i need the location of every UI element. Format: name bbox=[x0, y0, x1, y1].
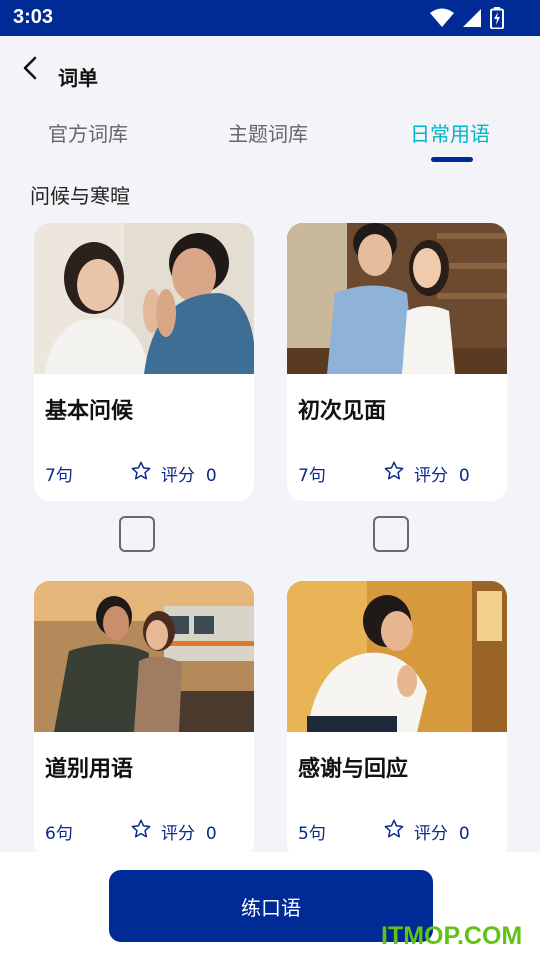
status-time: 3:03 bbox=[13, 6, 54, 28]
rating-text: 评分 0 bbox=[414, 824, 470, 844]
rating-text: 评分 0 bbox=[414, 466, 470, 486]
star-icon[interactable] bbox=[383, 818, 405, 840]
card-title: 道别用语 bbox=[45, 757, 134, 782]
card-image bbox=[34, 223, 254, 374]
phrase-card-first-meeting[interactable]: 初次见面 7句 评分 0 bbox=[287, 223, 507, 501]
card-title: 基本问候 bbox=[45, 399, 134, 424]
star-icon[interactable] bbox=[383, 460, 405, 482]
status-icons bbox=[430, 7, 504, 29]
rating-text: 评分 0 bbox=[161, 466, 217, 486]
tab-indicator bbox=[431, 157, 473, 162]
phrase-card-thanks[interactable]: 感谢与回应 5句 评分 0 bbox=[287, 581, 507, 859]
select-checkbox[interactable] bbox=[373, 516, 409, 552]
phrase-card-greetings[interactable]: 基本问候 7句 评分 0 bbox=[34, 223, 254, 501]
section-title: 问候与寒暄 bbox=[30, 184, 130, 208]
phrase-count: 5句 bbox=[298, 824, 326, 844]
card-image bbox=[287, 223, 507, 374]
app-header: 词单 bbox=[0, 36, 540, 100]
card-title: 感谢与回应 bbox=[298, 757, 409, 782]
tab-daily[interactable]: 日常用语 bbox=[410, 118, 490, 147]
card-title: 初次见面 bbox=[298, 399, 387, 424]
tab-topic[interactable]: 主题词库 bbox=[228, 118, 308, 147]
watermark: ITMOP.COM bbox=[381, 922, 523, 950]
select-checkbox[interactable] bbox=[119, 516, 155, 552]
status-bar: 3:03 bbox=[0, 0, 540, 36]
tab-bar: 官方词库 主题词库 日常用语 bbox=[0, 100, 540, 162]
card-image bbox=[287, 581, 507, 732]
back-arrow-icon[interactable] bbox=[16, 54, 44, 82]
rating-text: 评分 0 bbox=[161, 824, 217, 844]
star-icon[interactable] bbox=[130, 460, 152, 482]
tab-official[interactable]: 官方词库 bbox=[48, 118, 128, 147]
phrase-card-farewell[interactable]: 道别用语 6句 评分 0 bbox=[34, 581, 254, 859]
star-icon[interactable] bbox=[130, 818, 152, 840]
battery-icon bbox=[490, 7, 504, 29]
card-image bbox=[34, 581, 254, 732]
page-title: 词单 bbox=[58, 66, 98, 90]
phrase-count: 7句 bbox=[45, 466, 73, 486]
signal-icon bbox=[463, 9, 481, 27]
wifi-icon bbox=[430, 8, 454, 27]
phrase-count: 6句 bbox=[45, 824, 73, 844]
phrase-count: 7句 bbox=[298, 466, 326, 486]
